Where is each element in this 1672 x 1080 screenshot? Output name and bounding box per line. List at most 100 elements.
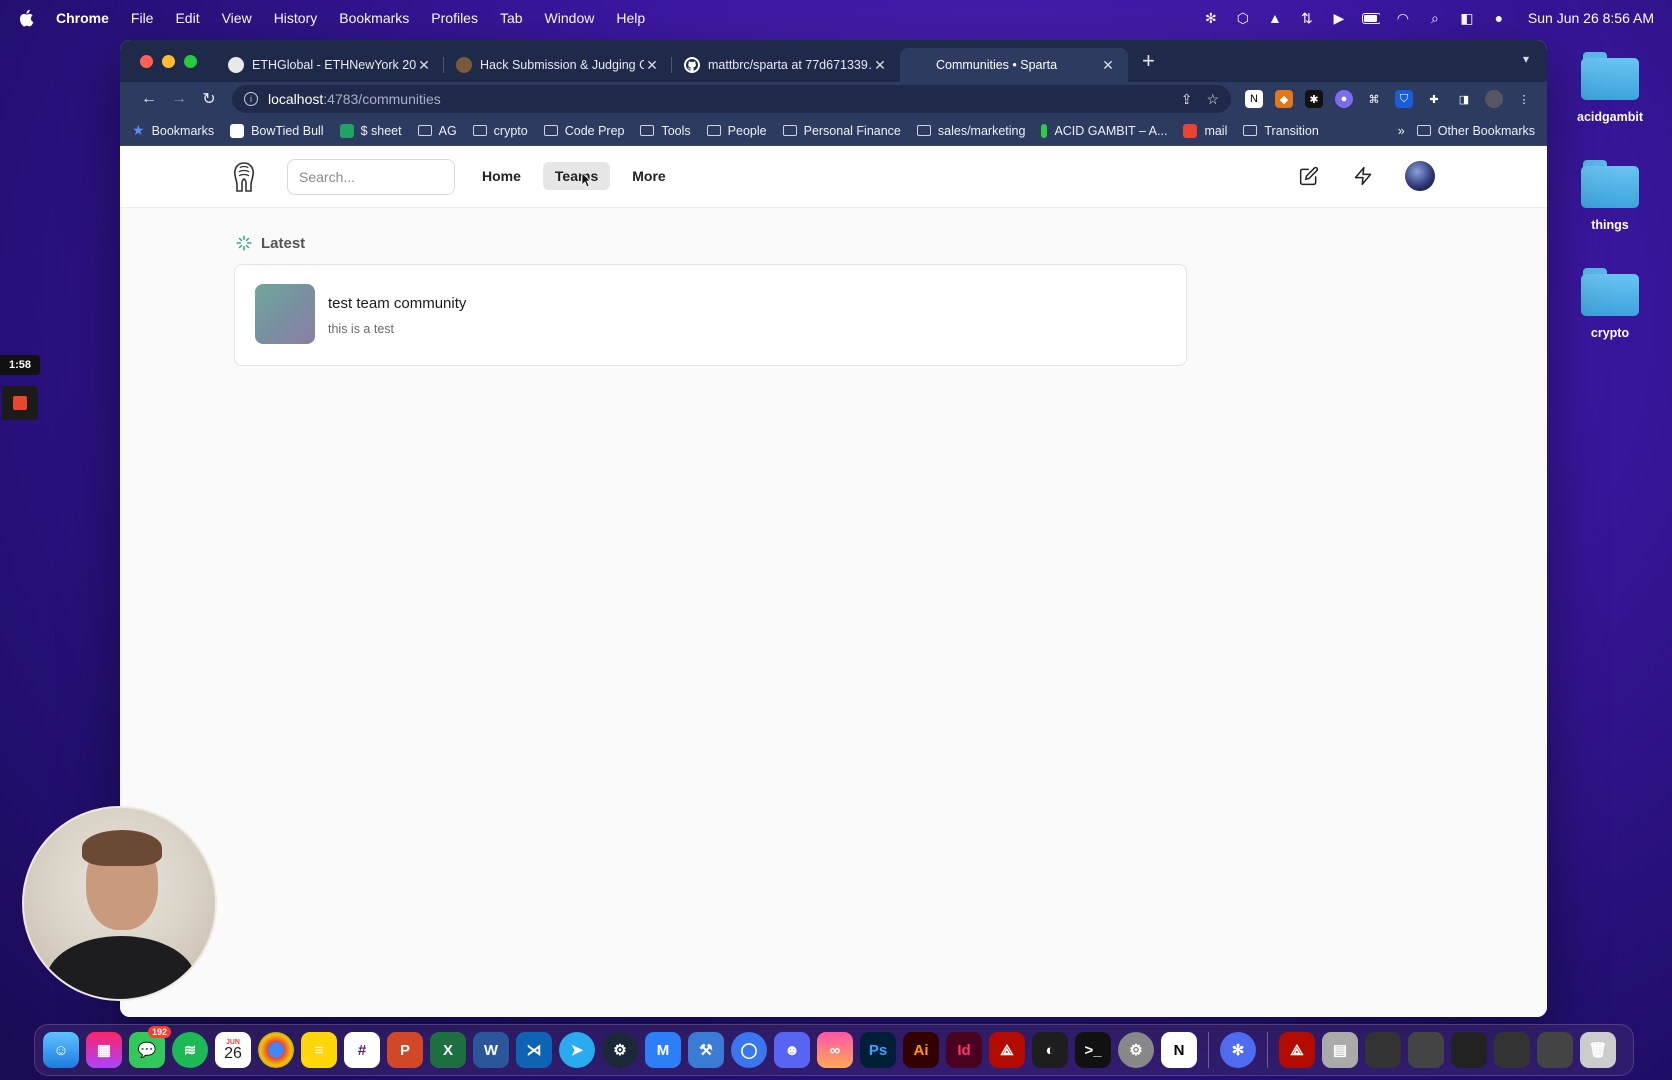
menu-window[interactable]: Window [545,10,595,26]
community-card[interactable]: test team community this is a test [234,264,1187,366]
network-icon[interactable]: ⇅ [1298,10,1316,26]
tab-communities-sparta[interactable]: Communities • Sparta ✕ [900,48,1128,82]
play-icon[interactable]: ▶ [1330,10,1348,26]
share-icon[interactable]: ⇪ [1181,91,1193,108]
creative-cloud-app-icon[interactable]: ∞ [817,1032,853,1068]
word-app-icon[interactable]: W [473,1032,509,1068]
bookmark-folder-crypto[interactable]: crypto [472,124,528,138]
bookmark-folder-code-prep[interactable]: Code Prep [543,124,624,138]
desktop-folder-acidgambit[interactable]: acidgambit [1565,52,1655,124]
desktop-folder-crypto[interactable]: crypto [1565,268,1655,340]
discord-app-icon[interactable]: ☻ [774,1032,810,1068]
bookmark-bowtied-bull[interactable]: BowTied Bull [230,123,324,138]
mail-m-app-icon[interactable]: M [645,1032,681,1068]
bookmark-acid-gambit[interactable]: ACID GAMBIT – A... [1041,123,1167,138]
nav-home[interactable]: Home [470,162,533,190]
address-bar[interactable]: i localhost:4783/communities ⇪ ☆ [232,85,1231,113]
compose-edit-icon[interactable] [1297,164,1321,188]
bookmark-bookmarks[interactable]: ★ Bookmarks [132,122,214,139]
menu-datetime[interactable]: Sun Jun 26 8:56 AM [1528,10,1654,26]
desktop-folder-things[interactable]: things [1565,160,1655,232]
menu-profiles[interactable]: Profiles [431,10,478,26]
figma-app-icon[interactable]: ◐ [1032,1032,1068,1068]
bookmark-mail[interactable]: mail [1183,123,1227,138]
drive-icon[interactable]: ▲ [1266,10,1284,26]
new-tab-button[interactable]: + [1142,48,1162,74]
bookmark-folder-ag[interactable]: AG [417,124,457,138]
trash-icon[interactable]: 🗑 [1580,1032,1616,1068]
powerpoint-app-icon[interactable]: P [387,1032,423,1068]
window-thumbnail-icon[interactable] [1408,1032,1444,1068]
bookmark-folder-personal-finance[interactable]: Personal Finance [782,124,901,138]
bookmark-folder-people[interactable]: People [706,124,767,138]
spotify-app-icon[interactable]: ≋ [172,1032,208,1068]
messages-app-icon[interactable]: 💬 192 [129,1026,171,1068]
window-thumbnail-icon[interactable] [1365,1032,1401,1068]
metamask-extension-icon[interactable]: ◆ [1275,90,1293,108]
notes-app-icon[interactable]: ≡ [301,1032,337,1068]
window-thumbnail-icon[interactable] [1451,1032,1487,1068]
tab-close-icon[interactable]: ✕ [416,57,432,74]
illustrator-app-icon[interactable]: Ai [903,1032,939,1068]
browser-menu-icon[interactable]: ⋮ [1515,90,1533,108]
image-stack-icon[interactable]: ▤ [1322,1032,1358,1068]
tab-ethglobal[interactable]: ETHGlobal - ETHNewYork 202… ✕ [216,48,444,82]
extension-icon[interactable]: ✱ [1305,90,1323,108]
finder-app-icon[interactable]: ☺ [43,1032,79,1068]
nav-more[interactable]: More [620,162,677,190]
lightning-bolt-icon[interactable] [1351,164,1375,188]
bitwarden-extension-icon[interactable]: ⛉ [1395,90,1413,108]
siri-icon[interactable]: ● [1490,10,1508,26]
bookmark-sheet[interactable]: $ sheet [339,123,402,138]
chrome-app-icon[interactable] [258,1032,294,1068]
terminal-app-icon[interactable]: >_ [1075,1032,1111,1068]
bookmark-folder-tools[interactable]: Tools [640,124,691,138]
brightness-icon[interactable]: ✻ [1202,10,1220,26]
menu-history[interactable]: History [274,10,318,26]
other-bookmarks[interactable]: Other Bookmarks [1416,124,1535,138]
menu-edit[interactable]: Edit [175,10,199,26]
box-icon[interactable]: ⬡ [1234,10,1252,26]
command-extension-icon[interactable]: ⌘ [1365,90,1383,108]
notion-app-icon[interactable]: N [1161,1032,1197,1068]
back-button[interactable]: ← [134,90,164,108]
nav-teams[interactable]: Teams [542,162,611,190]
launchpad-app-icon[interactable]: ▦ [86,1032,122,1068]
user-avatar[interactable] [1405,161,1435,191]
bookmark-folder-sales-marketing[interactable]: sales/marketing [916,124,1025,138]
battery-icon[interactable] [1361,11,1380,25]
tab-close-icon[interactable]: ✕ [1100,57,1116,74]
excel-app-icon[interactable]: X [430,1032,466,1068]
tab-close-icon[interactable]: ✕ [872,57,888,74]
spotlight-search-icon[interactable]: ⌕ [1426,10,1444,26]
vscode-app-icon[interactable]: ⋊ [516,1032,552,1068]
indesign-app-icon[interactable]: Id [946,1032,982,1068]
menu-help[interactable]: Help [616,10,645,26]
calendar-app-icon[interactable]: JUN 26 [215,1032,251,1068]
menu-file[interactable]: File [131,10,154,26]
apple-menu-icon[interactable] [18,9,34,27]
extensions-puzzle-icon[interactable]: ✚ [1425,90,1443,108]
menu-tab[interactable]: Tab [500,10,523,26]
bookmark-folder-transition[interactable]: Transition [1243,124,1319,138]
menu-bookmarks[interactable]: Bookmarks [339,10,409,26]
tab-search-chevron-icon[interactable]: ▾ [1523,52,1529,66]
xcode-app-icon[interactable]: ⚒ [688,1032,724,1068]
site-info-icon[interactable]: i [244,92,258,106]
stop-recording-button[interactable] [2,386,38,420]
steam-app-icon[interactable]: ⚙ [602,1032,638,1068]
control-center-icon[interactable]: ◧ [1458,10,1476,26]
reload-button[interactable]: ↻ [194,89,224,109]
telegram-app-icon[interactable]: ➤ [559,1032,595,1068]
sparta-helmet-logo-icon[interactable] [231,161,257,193]
window-thumbnail-icon[interactable] [1537,1032,1573,1068]
zoom-window-button[interactable] [184,54,197,68]
extension-icon[interactable]: ● [1335,90,1353,108]
side-panel-icon[interactable]: ◨ [1455,90,1473,108]
slack-app-icon[interactable]: # [344,1032,380,1068]
minimize-window-button[interactable] [162,54,175,68]
signal-app-icon[interactable]: ◯ [731,1032,767,1068]
menu-view[interactable]: View [222,10,252,26]
acrobat-document-icon[interactable]: ⟁ [1279,1032,1315,1068]
tab-hack-submission[interactable]: Hack Submission & Judging G… ✕ [444,48,672,82]
